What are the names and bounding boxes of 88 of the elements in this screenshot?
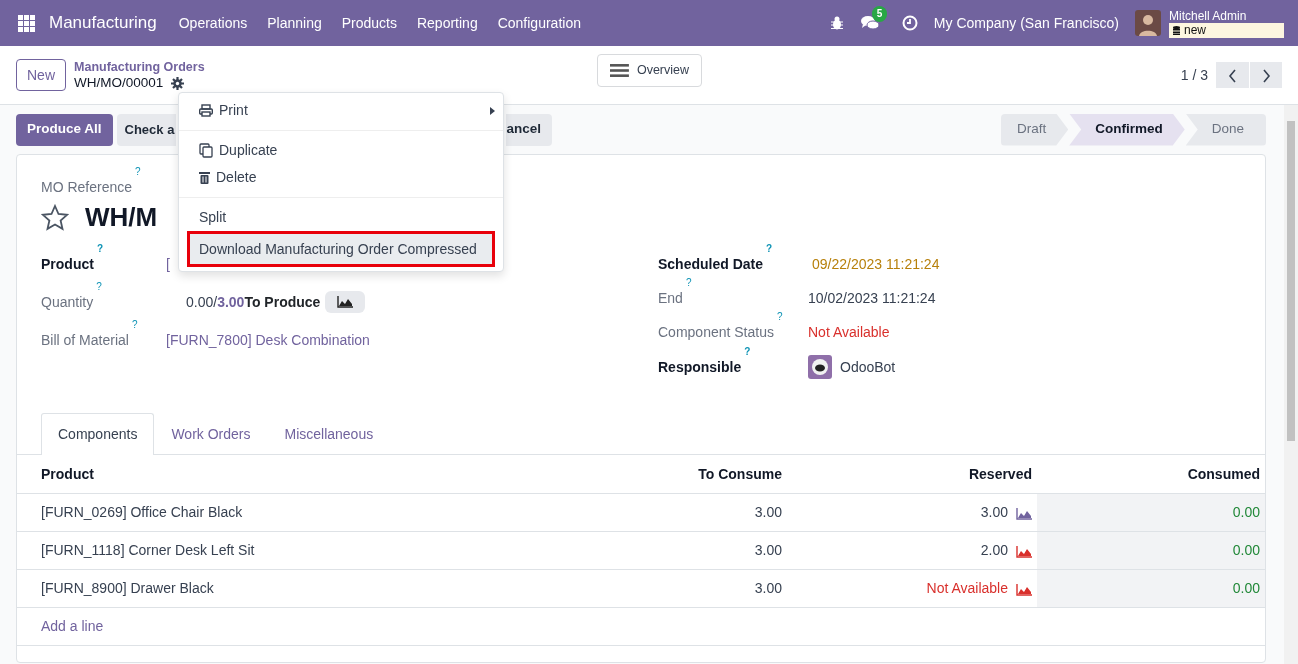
field-value: 09/22/2023 11:21:24: [812, 254, 940, 274]
table-cell: [FURN_1118] Corner Desk Left Sit: [17, 531, 607, 570]
help-icon[interactable]: ?: [776, 310, 783, 322]
help-icon[interactable]: ?: [131, 318, 138, 330]
status-stage[interactable]: Confirmed: [1069, 113, 1185, 146]
forecast-chart-icon[interactable]: [1016, 507, 1032, 520]
menu-icon: [610, 63, 629, 78]
table-cell: 3.00: [607, 569, 787, 608]
table-cell: 0.00: [1037, 569, 1265, 608]
chevron-right-icon: [1261, 68, 1271, 83]
column-header: Product: [17, 455, 607, 494]
table-cell: 3.00: [607, 531, 787, 570]
star-icon[interactable]: [41, 204, 69, 232]
database-name: new: [1184, 22, 1206, 38]
bot-avatar-icon[interactable]: [808, 355, 832, 380]
record-name: WH/MO/00001: [74, 75, 164, 91]
clock-icon[interactable]: [901, 15, 918, 31]
column-header: To Consume: [607, 455, 787, 494]
scrollbar[interactable]: [1284, 105, 1298, 664]
field-value: 10/02/2023 11:21:24: [808, 288, 936, 308]
forecast-chart-icon[interactable]: [1016, 583, 1032, 596]
menu-item[interactable]: Download Manufacturing Order Compressed: [187, 231, 495, 267]
field-value-link[interactable]: [: [166, 253, 170, 275]
forecast-chart-icon[interactable]: [1016, 545, 1032, 558]
help-icon[interactable]: ?: [96, 280, 102, 292]
bug-icon[interactable]: [829, 16, 844, 30]
pager-value: 1 / 3: [1180, 65, 1208, 85]
form-tab[interactable]: Work Orders: [154, 413, 268, 456]
help-icon[interactable]: ?: [685, 276, 692, 288]
action-button[interactable]: Check a: [116, 113, 177, 146]
scrollbar-thumb[interactable]: [1287, 121, 1295, 441]
chevron-left-icon: [1228, 68, 1237, 83]
unit-label: To Produce: [244, 292, 321, 312]
add-line-link[interactable]: Add a line: [41, 617, 104, 634]
menu-item[interactable]: Operations: [168, 12, 258, 34]
help-icon[interactable]: ?: [135, 166, 141, 177]
copy-icon: [199, 143, 213, 158]
menu-item[interactable]: Configuration: [487, 12, 591, 34]
breadcrumb-link[interactable]: Manufacturing Orders: [74, 59, 205, 75]
menu-item[interactable]: Split: [179, 204, 503, 231]
menu-item[interactable]: Delete: [179, 164, 503, 191]
produced-quantity: 0.00: [186, 292, 214, 312]
table-cell: 0.00: [1037, 531, 1265, 570]
gear-icon[interactable]: [171, 76, 185, 90]
menu-item[interactable]: Reporting: [406, 12, 488, 34]
help-icon[interactable]: ?: [96, 242, 103, 254]
table-cell: 3.00: [607, 493, 787, 532]
help-icon[interactable]: ?: [766, 242, 773, 254]
field-value-link[interactable]: [FURN_7800] Desk Combination: [166, 329, 370, 351]
action-button[interactable]: Produce All: [16, 113, 113, 146]
table-cell: [FURN_8900] Drawer Black: [17, 569, 607, 608]
chart-icon: [337, 296, 354, 309]
forecast-button[interactable]: [325, 291, 366, 314]
column-header: Consumed: [1037, 455, 1265, 494]
table-cell: [FURN_0269] Office Chair Black: [17, 493, 607, 532]
form-tab[interactable]: Miscellaneous: [267, 413, 391, 456]
menu-item[interactable]: Print: [179, 97, 503, 124]
menu-item[interactable]: Duplicate: [179, 137, 503, 164]
table-cell: 2.00: [980, 541, 1008, 558]
record-title: WH/M: [85, 201, 158, 235]
user-name[interactable]: Mitchell Admin: [1169, 8, 1284, 23]
new-button[interactable]: New: [16, 59, 66, 91]
menu-item[interactable]: Planning: [257, 12, 332, 34]
printer-icon: [199, 104, 213, 117]
database-icon: [1173, 25, 1180, 35]
table-cell: Not Available: [926, 579, 1008, 596]
app-name[interactable]: Manufacturing: [49, 10, 157, 36]
message-count-badge: 5: [871, 6, 888, 22]
separator: /: [213, 292, 218, 312]
table-cell: 0.00: [1037, 493, 1265, 532]
next-button[interactable]: [1249, 62, 1282, 88]
user-name: OdooBot: [840, 357, 896, 377]
help-icon[interactable]: ?: [744, 345, 751, 357]
apps-menu-icon[interactable]: [18, 14, 35, 32]
table-cell: 3.00: [980, 503, 1008, 520]
previous-button[interactable]: [1216, 62, 1249, 88]
column-header: Reserved: [787, 455, 1037, 494]
status-stage[interactable]: Done: [1185, 113, 1266, 146]
company-switcher[interactable]: My Company (San Francisco): [933, 12, 1119, 34]
overview-button[interactable]: Overview: [597, 54, 702, 87]
form-tab[interactable]: Components: [41, 413, 155, 456]
action-button[interactable]: ancel: [506, 113, 552, 146]
planned-quantity: 3.00: [217, 292, 245, 312]
trash-icon: [199, 171, 210, 184]
avatar-icon[interactable]: [1135, 10, 1161, 36]
field-value: Not Available: [808, 322, 890, 342]
menu-item[interactable]: Products: [331, 12, 407, 34]
status-stage[interactable]: Draft: [1000, 113, 1069, 146]
